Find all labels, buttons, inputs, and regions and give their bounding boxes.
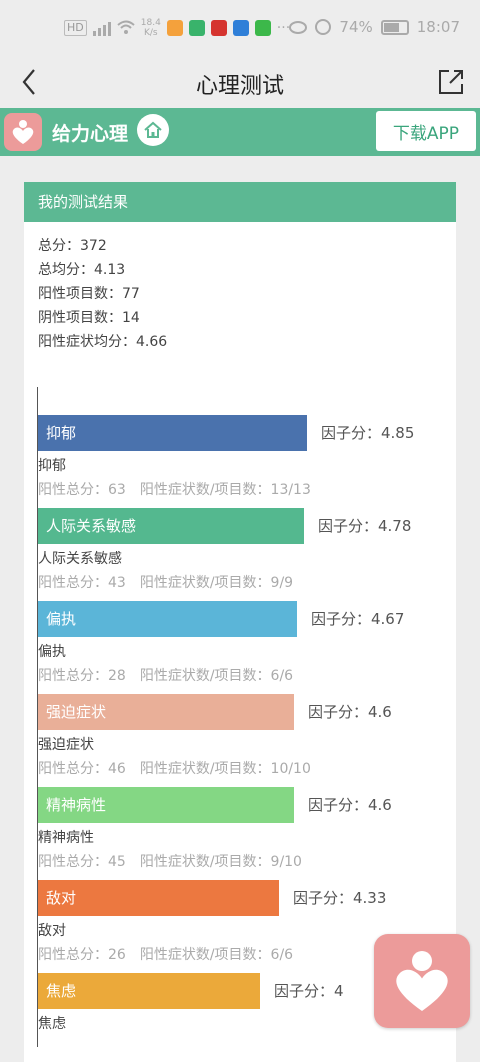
- more-notifications-icon: ···: [276, 20, 291, 36]
- factor-label-2: 因子分：4.78: [318, 517, 412, 535]
- share-button[interactable]: [436, 66, 466, 98]
- summary-positive-average: 阳性症状均分：4.66: [38, 334, 168, 350]
- category-label-5: 精神病性: [38, 830, 94, 846]
- app-banner: 给力心理 下载APP: [0, 108, 480, 156]
- category-detail-1: 阳性总分：63 阳性症状数/项目数：13/13: [38, 482, 311, 498]
- brand-name: 给力心理: [52, 123, 129, 145]
- factor-label-4: 因子分：4.6: [308, 703, 392, 721]
- category-label-1: 抑郁: [38, 458, 66, 474]
- bar-5: 精神病性: [38, 787, 294, 823]
- factor-label-5: 因子分：4.6: [308, 796, 392, 814]
- wifi-icon: [117, 19, 135, 38]
- category-label-7: 焦虑: [38, 1016, 66, 1032]
- bar-1: 抑郁: [38, 415, 307, 451]
- category-detail-6: 阳性总分：26 阳性症状数/项目数：6/6: [38, 947, 294, 963]
- download-app-button[interactable]: 下载APP: [376, 111, 476, 151]
- heart-person-icon: [396, 951, 448, 1011]
- hd-icon: HD: [64, 20, 87, 36]
- factor-label-3: 因子分：4.67: [311, 610, 405, 628]
- category-label-6: 敌对: [38, 923, 66, 939]
- page-title: 心理测试: [195, 74, 284, 99]
- clock-time: 18:07: [416, 18, 460, 36]
- app-icon-1: [166, 20, 183, 36]
- battery-icon: [380, 19, 409, 35]
- net-speed: 18.4 K/s: [140, 18, 161, 38]
- home-icon: [144, 121, 162, 138]
- status-left: HD 18.4 K/s ···: [64, 18, 290, 38]
- category-label-4: 强迫症状: [38, 737, 94, 753]
- category-detail-3: 阳性总分：28 阳性症状数/项目数：6/6: [38, 668, 294, 684]
- heart-person-icon: [12, 120, 34, 144]
- category-detail-2: 阳性总分：43 阳性症状数/项目数：9/9: [38, 575, 294, 591]
- summary-list: 总分：372 总均分：4.13 阳性项目数：77 阴性项目数：14 阳性症状均分…: [38, 234, 167, 354]
- app-icon-5: [254, 20, 271, 36]
- factor-label-6: 因子分：4.33: [293, 889, 387, 907]
- status-right: 74% 18:07: [289, 18, 460, 36]
- share-icon: [439, 70, 463, 94]
- app-icon-4: [232, 20, 249, 36]
- result-card: 我的测试结果 总分：372 总均分：4.13 阳性项目数：77 阴性项目数：14…: [24, 182, 456, 1062]
- result-title: 我的测试结果: [24, 182, 456, 222]
- factor-label-1: 因子分：4.85: [321, 424, 415, 442]
- category-detail-5: 阳性总分：45 阳性症状数/项目数：9/10: [38, 854, 302, 870]
- summary-average: 总均分：4.13: [38, 262, 126, 278]
- category-label-2: 人际关系敏感: [38, 551, 122, 567]
- category-label-3: 偏执: [38, 644, 66, 660]
- home-button[interactable]: [137, 114, 169, 146]
- app-icon-2: [188, 20, 205, 36]
- bar-7: 焦虑: [38, 973, 260, 1009]
- status-bar: HD 18.4 K/s ··· 74% 18:07: [0, 0, 480, 58]
- summary-positive-count: 阳性项目数：77: [38, 286, 140, 302]
- bar-2: 人际关系敏感: [38, 508, 304, 544]
- app-logo: [4, 113, 42, 151]
- bar-3: 偏执: [38, 601, 297, 637]
- category-detail-4: 阳性总分：46 阳性症状数/项目数：10/10: [38, 761, 311, 777]
- summary-negative-count: 阴性项目数：14: [38, 310, 140, 326]
- app-icon-3: [210, 20, 227, 36]
- alarm-icon: [315, 19, 332, 35]
- battery-percent: 74%: [339, 18, 373, 36]
- signal-icon: [92, 20, 111, 36]
- factor-label-7: 因子分：4: [274, 982, 344, 1000]
- bar-6: 敌对: [38, 880, 279, 916]
- summary-total: 总分：372: [38, 238, 107, 254]
- floating-app-button[interactable]: [374, 934, 470, 1028]
- eye-icon: [289, 20, 308, 34]
- nav-bar: 心理测试: [0, 58, 480, 108]
- bar-4: 强迫症状: [38, 694, 294, 730]
